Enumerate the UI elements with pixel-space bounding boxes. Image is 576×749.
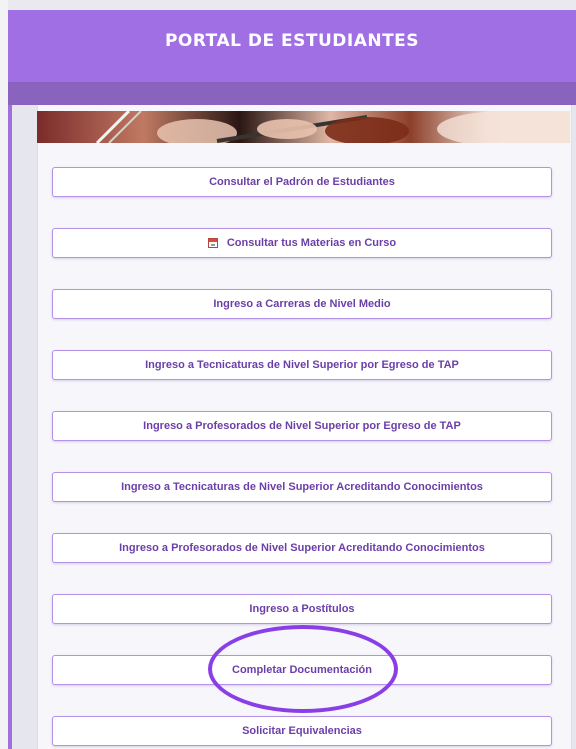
menu-button-profesorados-tap[interactable]: Ingreso a Profesorados de Nivel Superior… xyxy=(52,411,552,441)
menu-button-completar-documentacion[interactable]: Completar Documentación xyxy=(52,655,552,685)
menu-button-label: Ingreso a Carreras de Nivel Medio xyxy=(213,298,391,310)
page-title: PORTAL DE ESTUDIANTES xyxy=(164,31,420,51)
menu-button-nivel-medio[interactable]: Ingreso a Carreras de Nivel Medio xyxy=(52,289,552,319)
menu-button-label: Consultar el Padrón de Estudiantes xyxy=(209,176,395,188)
menu-button-postitulos[interactable]: Ingreso a Postítulos xyxy=(52,594,552,624)
menu-button-label: Ingreso a Tecnicaturas de Nivel Superior… xyxy=(145,359,459,371)
menu-button-equivalencias[interactable]: Solicitar Equivalencias xyxy=(52,716,552,746)
header-subbar xyxy=(8,82,576,105)
page: PORTAL DE ESTUDIANTES Consultar el Padró… xyxy=(0,0,576,749)
menu-button-profesorados-acreditando[interactable]: Ingreso a Profesorados de Nivel Superior… xyxy=(52,533,552,563)
menu-button-label: Completar Documentación xyxy=(232,664,372,676)
menu-button-label: Ingreso a Tecnicaturas de Nivel Superior… xyxy=(121,481,483,493)
violin-photo xyxy=(95,111,570,143)
banner-image xyxy=(37,111,570,143)
menu-button-materias[interactable]: Consultar tus Materias en Curso xyxy=(52,228,552,258)
menu-button-label: Solicitar Equivalencias xyxy=(242,725,362,737)
menu-button-tecnicaturas-acreditando[interactable]: Ingreso a Tecnicaturas de Nivel Superior… xyxy=(52,472,552,502)
menu-button-padron[interactable]: Consultar el Padrón de Estudiantes xyxy=(52,167,552,197)
menu-button-label: Ingreso a Profesorados de Nivel Superior… xyxy=(119,542,485,554)
menu-button-label: Ingreso a Profesorados de Nivel Superior… xyxy=(143,420,461,432)
calendar-icon xyxy=(207,238,218,248)
header-bar: PORTAL DE ESTUDIANTES xyxy=(8,10,576,82)
menu-button-tecnicaturas-tap[interactable]: Ingreso a Tecnicaturas de Nivel Superior… xyxy=(52,350,552,380)
menu-button-label: Ingreso a Postítulos xyxy=(249,603,355,615)
menu-button-label: Consultar tus Materias en Curso xyxy=(226,237,397,249)
page-edge xyxy=(0,0,8,749)
